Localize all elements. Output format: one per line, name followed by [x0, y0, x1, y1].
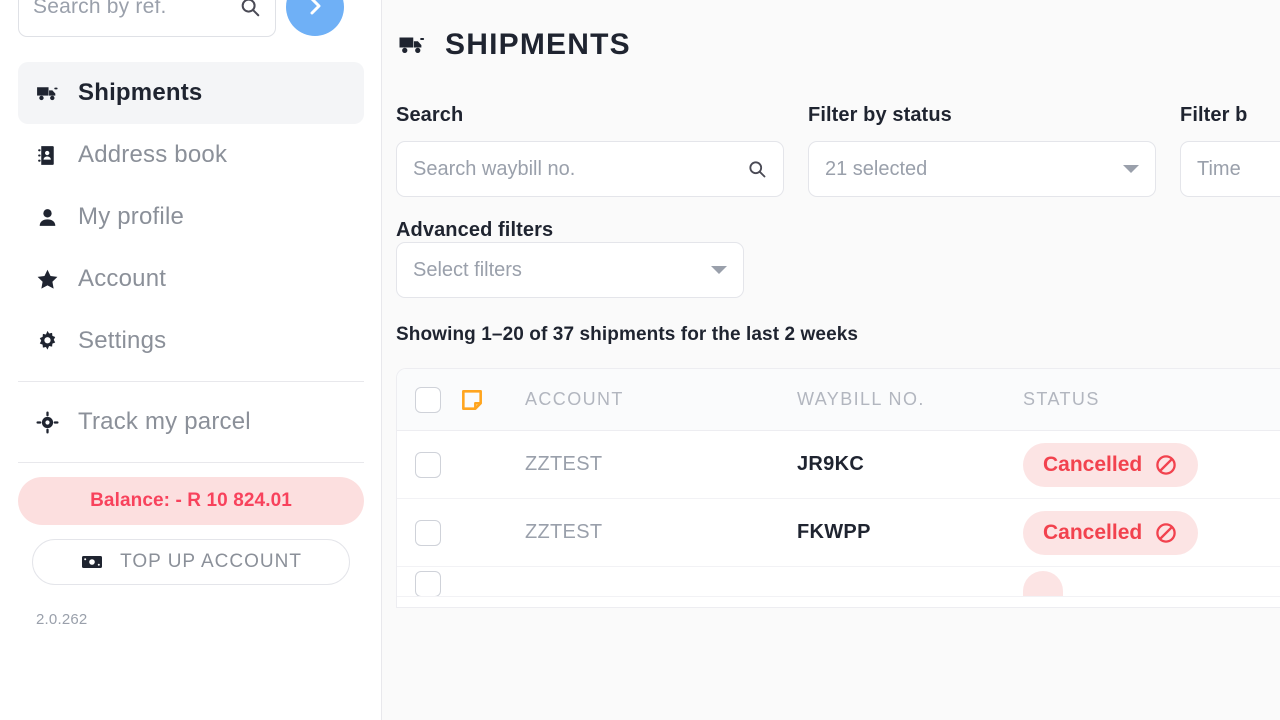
time-filter-group: Filter b Time [1180, 104, 1280, 197]
sidebar-divider-bottom [18, 462, 364, 463]
table-row[interactable]: ZZTEST FKWPP Cancelled [397, 499, 1280, 567]
time-filter-select[interactable]: Time [1180, 141, 1280, 197]
sidebar-item-settings[interactable]: Settings [18, 310, 364, 372]
status-badge-label: Cancelled [1043, 452, 1143, 476]
sidebar-item-track-my-parcel[interactable]: Track my parcel [18, 391, 364, 453]
app-root: Search by ref. Shipments Address book My… [0, 0, 1280, 720]
row-select-cell [397, 571, 459, 596]
sidebar-item-label: Track my parcel [78, 408, 251, 435]
table-row[interactable]: ZZTEST JR9KC Cancelled [397, 431, 1280, 499]
sidebar-item-account[interactable]: Account [18, 248, 364, 310]
column-header-waybill[interactable]: WAYBILL NO. [797, 389, 1023, 410]
next-button[interactable] [286, 0, 344, 36]
cell-status: Cancelled [1023, 442, 1280, 487]
search-label: Search [396, 104, 464, 126]
row-select-cell [397, 451, 459, 478]
main-content: SHIPMENTS Search Search waybill no. Filt… [382, 0, 1280, 720]
status-badge: Cancelled [1023, 510, 1199, 555]
advanced-filters-select[interactable]: Select filters [396, 242, 744, 298]
person-icon [34, 204, 60, 230]
time-filter-label: Filter b [1180, 104, 1248, 126]
sidebar-item-address-book[interactable]: Address book [18, 124, 364, 186]
ban-icon [1154, 521, 1178, 545]
chevron-down-icon [711, 266, 727, 274]
gear-icon [34, 328, 60, 354]
cell-waybill: FKWPP [797, 521, 871, 543]
column-header-account[interactable]: ACCOUNT [525, 389, 797, 410]
ban-icon [1154, 453, 1178, 477]
select-all-cell [397, 386, 459, 413]
search-input[interactable]: Search waybill no. [396, 141, 784, 197]
advanced-filters-label: Advanced filters [396, 219, 554, 241]
select-all-checkbox[interactable] [415, 386, 441, 413]
cell-account: ZZTEST [525, 521, 603, 543]
sidebar-item-shipments[interactable]: Shipments [18, 62, 364, 124]
sidebar-nav: Shipments Address book My profile Accoun… [0, 62, 381, 628]
search-icon [239, 0, 261, 18]
status-badge: Cancelled [1023, 442, 1199, 487]
status-filter-group: Filter by status 21 selected [808, 104, 1156, 197]
star-icon [34, 266, 60, 292]
address-book-icon [34, 142, 60, 168]
status-filter-label: Filter by status [808, 104, 952, 126]
sidebar-divider-top [18, 381, 364, 382]
truck-icon [34, 80, 60, 106]
column-header-status[interactable]: STATUS [1023, 389, 1280, 410]
status-filter-select[interactable]: 21 selected [808, 141, 1156, 197]
row-select-cell [397, 519, 459, 546]
truck-icon [397, 30, 427, 60]
money-icon [80, 550, 104, 574]
search-icon[interactable] [747, 159, 767, 179]
top-up-account-button[interactable]: TOP UP ACCOUNT [32, 539, 350, 585]
filters-row: Search Search waybill no. Filter by stat… [382, 62, 1280, 197]
chevron-right-icon [303, 0, 327, 21]
cell-status [1023, 571, 1280, 596]
note-column-header [459, 387, 525, 413]
sidebar: Search by ref. Shipments Address book My… [0, 0, 382, 720]
cell-account: ZZTEST [525, 453, 603, 475]
status-badge [1023, 571, 1063, 596]
table-header-row: ACCOUNT WAYBILL NO. STATUS [397, 369, 1280, 431]
row-checkbox[interactable] [415, 519, 441, 546]
sidebar-item-label: Shipments [78, 79, 203, 106]
sidebar-item-my-profile[interactable]: My profile [18, 186, 364, 248]
sidebar-item-label: Address book [78, 141, 228, 168]
page-title: SHIPMENTS [445, 28, 631, 61]
advanced-filters-value: Select filters [413, 258, 522, 281]
balance-badge: Balance: - R 10 824.01 [18, 477, 364, 525]
top-up-account-label: TOP UP ACCOUNT [120, 551, 302, 572]
search-filter-group: Search Search waybill no. [396, 104, 784, 197]
shipments-table: ACCOUNT WAYBILL NO. STATUS ZZTEST JR9KC … [396, 368, 1280, 608]
sidebar-item-label: Account [78, 265, 167, 292]
cell-waybill: JR9KC [797, 453, 865, 475]
advanced-filters-group: Advanced filters Select filters [382, 197, 1280, 298]
target-icon [34, 409, 60, 435]
table-row[interactable] [397, 567, 1280, 597]
sidebar-top-search-row: Search by ref. [18, 0, 368, 38]
chevron-down-icon [1123, 165, 1139, 173]
cell-status: Cancelled [1023, 510, 1280, 555]
showing-count-text: Showing 1–20 of 37 shipments for the las… [396, 324, 859, 345]
ref-search-placeholder: Search by ref. [33, 0, 167, 18]
sidebar-item-label: My profile [78, 203, 185, 230]
time-filter-value: Time [1197, 157, 1241, 180]
app-version: 2.0.262 [36, 611, 88, 628]
sidebar-item-label: Settings [78, 327, 167, 354]
ref-search-input[interactable]: Search by ref. [18, 0, 276, 37]
status-badge-label: Cancelled [1043, 520, 1143, 544]
row-checkbox[interactable] [415, 571, 441, 596]
search-placeholder: Search waybill no. [413, 157, 576, 180]
row-checkbox[interactable] [415, 451, 441, 478]
note-icon[interactable] [459, 387, 485, 413]
page-header: SHIPMENTS [382, 0, 1280, 62]
status-filter-value: 21 selected [825, 157, 928, 180]
